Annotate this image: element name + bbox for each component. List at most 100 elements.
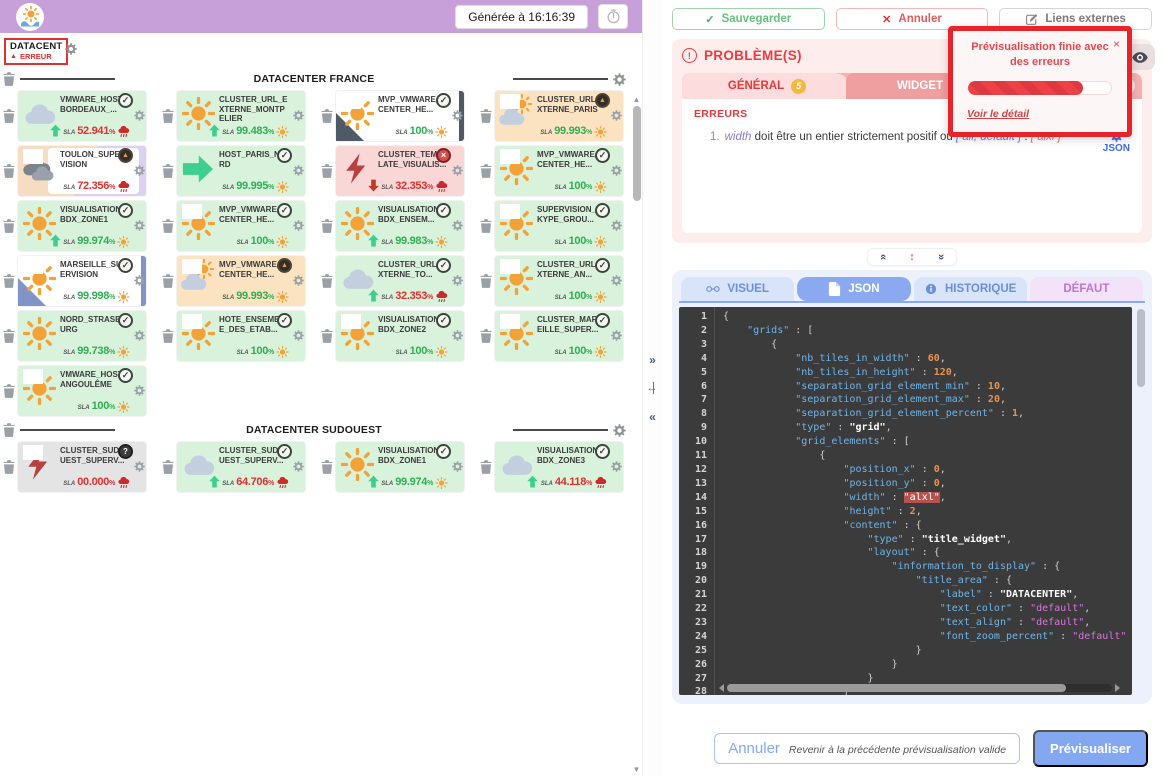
trash-icon[interactable] [480,329,492,343]
dashboard-tile[interactable]: CLUSTER_URL_EXTERNE_TO... ✓ SLA 32.353% [336,256,464,306]
trash-icon[interactable] [3,164,15,178]
collapse-right-button[interactable]: « [649,411,656,423]
dashboard-tile[interactable]: MARSEILLE_SUPERVISION ✓ SLA 99.998% [18,256,146,306]
gear-icon[interactable] [293,330,304,341]
trash-icon[interactable] [3,72,15,86]
trash-icon[interactable] [480,219,492,233]
gear-icon[interactable] [452,220,463,231]
trash-icon[interactable] [3,274,15,288]
gear-icon[interactable] [293,220,304,231]
dashboard-tile[interactable]: MVP_VMWARE_VCENTER_HE... ▲ SLA 99.993% [177,256,305,306]
trash-icon[interactable] [321,460,333,474]
trash-icon[interactable] [321,274,333,288]
vertical-scrollbar[interactable] [1136,307,1145,695]
root-datacenter-badge[interactable]: DATACENT ▲ ERREUR [4,38,68,65]
dashboard-tile[interactable]: TOULON_SUPERVISION ▲ SLA 72.356% [18,146,146,196]
close-icon[interactable]: × [1113,38,1120,50]
trash-icon[interactable] [3,219,15,233]
dashboard-tile[interactable]: CLUSTER_URL_EXTERNE_PARIS ▲ SLA 99.993% [495,91,623,141]
dashboard-tile[interactable]: MVP_VMWARE_VCENTER_HE... ✓ SLA 100% [495,146,623,196]
gear-icon[interactable] [611,165,622,176]
dashboard-tile[interactable]: CLUSTER_MARSEILLE_SUPER... ✓ SLA 100% [495,311,623,361]
trash-icon[interactable] [162,460,174,474]
dashboard-tile[interactable]: HOTE_ENSEMBLE_DES_ETAB... ✓ SLA 100% [177,311,305,361]
preview-button[interactable]: Prévisualiser [1033,730,1148,767]
gear-icon[interactable] [611,220,622,231]
expand-right-button[interactable]: » [649,354,656,366]
cancel-preview-button[interactable]: Annuler Revenir à la précédente prévisua… [714,733,1020,764]
collapse-up-icon[interactable]: « [877,254,889,260]
scroll-down-icon[interactable]: ▼ [631,765,642,774]
dashboard-tile[interactable]: VISUALISATION_BDX_ZONE1 ✓ SLA 99.974% [336,442,464,492]
refresh-timer-button[interactable] [598,4,628,29]
trash-icon[interactable] [162,164,174,178]
trash-icon[interactable] [3,460,15,474]
generated-at-button[interactable]: Générée à 16:16:39 [455,5,588,29]
panel-splitter[interactable]: » « [642,0,662,776]
gear-icon[interactable] [65,43,77,55]
gear-icon[interactable] [293,461,304,472]
trash-icon[interactable] [480,274,492,288]
trash-icon[interactable] [162,219,174,233]
dashboard-tile[interactable]: VISUALISATION_BDX_ENSEM... ✓ SLA 99.983% [336,201,464,251]
gear-icon[interactable] [134,220,145,231]
trash-icon[interactable] [480,460,492,474]
save-button[interactable]: ✓ Sauvegarder [672,8,825,30]
editor-tab-json[interactable]: JSON [797,277,910,301]
dashboard-tile[interactable]: SUPERVISION_SKYPE_GROU... ✓ SLA 100% [495,201,623,251]
trash-icon[interactable] [321,109,333,123]
gear-icon[interactable] [611,461,622,472]
trash-icon[interactable] [321,164,333,178]
collapse-down-icon[interactable]: » [935,254,947,260]
dashboard-tile[interactable]: CLUSTER_SUDOUEST_SUPERV... ✓ SLA 64.706% [177,442,305,492]
dashboard-tile[interactable]: CLUSTER_URL_EXTERNE_AN... ✓ SLA 100% [495,256,623,306]
dashboard-tile[interactable]: VISUALISATION_BDX_ZONE3 ✓ SLA 44.118% [495,442,623,492]
dashboard-tile[interactable]: CLUSTER_TEMPLATE_VISUALIS... × SLA 32.35… [336,146,464,196]
dashboard-tile[interactable]: HOST_PARIS_NORD ✓ SLA 99.995% [177,146,305,196]
trash-icon[interactable] [3,423,15,437]
json-code-editor[interactable]: 1234567891011121314151617181920212223242… [679,307,1132,695]
scrollbar-thumb[interactable] [633,106,641,201]
dashboard-tile[interactable]: CLUSTER_URL_EXTERNE_MONTPELIER SLA 99.48… [177,91,305,141]
horizontal-scrollbar[interactable] [719,683,1120,693]
see-detail-link[interactable]: Voir le détail [967,108,1029,120]
gear-icon[interactable] [134,110,145,121]
gear-icon[interactable] [134,330,145,341]
gear-icon[interactable] [452,110,463,121]
trash-icon[interactable] [480,109,492,123]
gear-icon[interactable] [134,275,145,286]
trash-icon[interactable] [162,274,174,288]
dashboard-tile[interactable]: MVP_VMWARE_VCENTER_HE... ✓ SLA 100% [336,91,464,141]
gear-icon[interactable] [134,385,145,396]
scroll-right-icon[interactable] [1115,684,1120,692]
dashboard-tile[interactable]: VISUALISATION_BDX_ZONE2 ✓ SLA 100% [336,311,464,361]
editor-tab-défaut[interactable]: DÉFAUT [1030,277,1143,301]
trash-icon[interactable] [3,109,15,123]
problems-tab-général[interactable]: GÉNÉRAL5 [682,73,852,99]
dashboard-tile[interactable]: CLUSTER_SUDOUEST_SUPERV... ? SLA 00.000% [18,442,146,492]
dashboard-tile[interactable]: VISUALISATION_BDX_ZONE1 ✓ SLA 99.974% [18,201,146,251]
gear-icon[interactable] [452,461,463,472]
trash-icon[interactable] [3,384,15,398]
panel-collapse-bar[interactable]: « ↕ » [867,248,957,266]
gear-icon[interactable] [613,73,626,86]
gear-icon[interactable] [611,275,622,286]
resize-handle-icon[interactable] [646,382,660,395]
gear-icon[interactable] [452,275,463,286]
gear-icon[interactable] [134,461,145,472]
trash-icon[interactable] [3,329,15,343]
gear-icon[interactable] [452,165,463,176]
scroll-left-icon[interactable] [719,684,724,692]
gear-icon[interactable] [134,165,145,176]
left-scrollbar[interactable]: ▲ ▼ [631,95,642,776]
gear-icon[interactable] [293,275,304,286]
code-lines[interactable]: { "grids" : [ { "nb_tiles_in_width" : 60… [723,307,1132,695]
gear-icon[interactable] [613,424,626,437]
gear-icon[interactable] [611,330,622,341]
gear-icon[interactable] [293,110,304,121]
hscrollbar-thumb[interactable] [727,684,1066,692]
dashboard-tile[interactable]: MVP_VMWARE_VCENTER_HE... ✓ SLA 100% [177,201,305,251]
trash-icon[interactable] [321,329,333,343]
editor-tab-historique[interactable]: HISTORIQUE [914,277,1027,301]
gear-icon[interactable] [293,165,304,176]
